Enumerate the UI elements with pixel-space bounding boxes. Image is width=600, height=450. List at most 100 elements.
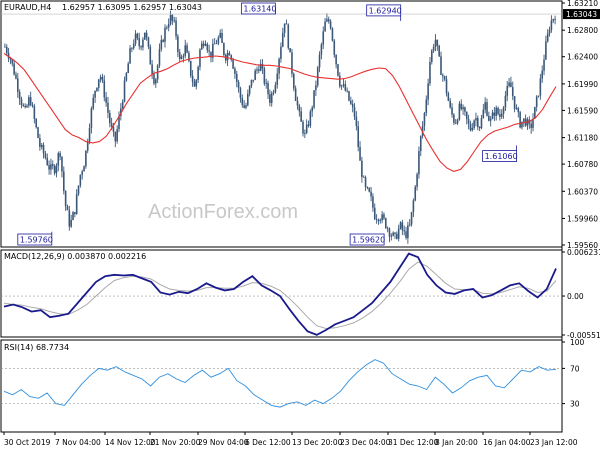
x-tick-label: 23 Jan 12:00 (530, 438, 578, 447)
annotation-label: 1.61060 (485, 152, 518, 161)
candle-body (243, 105, 245, 108)
candle-body (340, 85, 343, 87)
candle-body (427, 83, 429, 100)
candle-body (309, 111, 312, 126)
candle-body (239, 88, 242, 99)
candle-body (142, 39, 144, 48)
candle-body (99, 76, 102, 80)
candle-body (436, 39, 439, 46)
candle-body (546, 33, 549, 42)
candle-body (193, 82, 196, 87)
candle-body (184, 45, 187, 56)
candle-body (473, 120, 475, 128)
candle-body (212, 43, 214, 58)
candle-body (381, 214, 383, 221)
candle-body (121, 101, 124, 109)
candle-body (364, 177, 367, 187)
candle-body (530, 123, 532, 128)
rsi-y-tick-label: 100 (570, 338, 585, 347)
x-tick-label: 23 Dec 04:00 (340, 438, 391, 447)
candle-body (348, 91, 350, 101)
candle-body (394, 232, 396, 234)
candle-body (545, 41, 547, 60)
candle-body (361, 160, 363, 177)
candle-body (493, 112, 496, 116)
candle-body (362, 176, 365, 178)
candle-body (191, 75, 194, 83)
candle-body (386, 227, 389, 229)
candle-body (419, 136, 422, 152)
candle-body (177, 36, 179, 53)
candle-body (414, 186, 417, 201)
candle-body (412, 200, 415, 212)
x-tick-label: 8 Jan 20:00 (435, 438, 478, 447)
candle-body (385, 218, 387, 228)
rsi-title: RSI(14) 68.7734 (4, 343, 69, 352)
candle-body (20, 99, 23, 105)
ohlc-readout: 1.62957 1.63095 1.62957 1.63043 (62, 3, 202, 12)
candle-body (513, 96, 516, 109)
rsi-y-tick-label: 70 (570, 364, 580, 373)
candle-body (151, 64, 153, 74)
candle-body (55, 165, 58, 174)
candle-body (110, 123, 113, 127)
candle-body (511, 87, 514, 97)
rsi-y-tick-label: 30 (570, 400, 580, 409)
candle-body (304, 132, 306, 134)
candle-body (465, 111, 468, 120)
candle-body (392, 232, 394, 236)
candle-body (217, 37, 220, 44)
candle-body (127, 63, 129, 73)
candle-body (416, 174, 418, 187)
candle-body (140, 46, 142, 48)
candle-body (162, 39, 164, 42)
candle-body (267, 82, 269, 95)
candle-body (26, 105, 28, 108)
candle-body (418, 151, 420, 175)
y-tick-label: 1.61180 (567, 134, 598, 143)
candle-body (247, 93, 249, 106)
candle-body (480, 118, 483, 129)
candle-body (355, 116, 358, 127)
annotation-label: 1.63140 (243, 5, 276, 14)
candle-body (434, 39, 437, 47)
candle-body (519, 112, 521, 128)
candle-body (296, 100, 299, 106)
candle-body (388, 228, 391, 237)
candle-body (74, 212, 76, 214)
candle-body (541, 70, 543, 79)
candle-body (554, 19, 556, 20)
candle-body (300, 111, 302, 122)
candle-body (61, 156, 63, 172)
candle-body (281, 32, 284, 47)
candle-body (169, 14, 172, 24)
candle-body (403, 230, 405, 232)
candle-body (401, 222, 404, 231)
candle-body (158, 49, 161, 66)
candle-body (335, 54, 337, 65)
candle-body (477, 118, 479, 128)
candle-body (42, 144, 45, 154)
candle-body (523, 118, 525, 122)
candle-body (101, 76, 104, 81)
candle-body (447, 93, 450, 101)
moving-average-line (3, 52, 557, 172)
candle-body (136, 33, 139, 39)
candle-body (370, 191, 372, 197)
candle-body (322, 31, 325, 45)
candle-body (368, 188, 371, 192)
candle-body (497, 107, 499, 115)
candle-body (221, 32, 223, 44)
candle-body (517, 108, 520, 113)
candle-body (506, 86, 509, 96)
candle-body (280, 46, 282, 59)
candle-body (232, 59, 234, 69)
candle-body (57, 153, 60, 166)
candle-body (237, 81, 240, 89)
candle-body (90, 108, 93, 128)
x-tick-label: 21 Nov 20:00 (150, 438, 201, 447)
candle-body (171, 14, 174, 21)
candle-body (289, 48, 291, 53)
candle-body (504, 95, 507, 108)
candle-body (15, 74, 17, 79)
